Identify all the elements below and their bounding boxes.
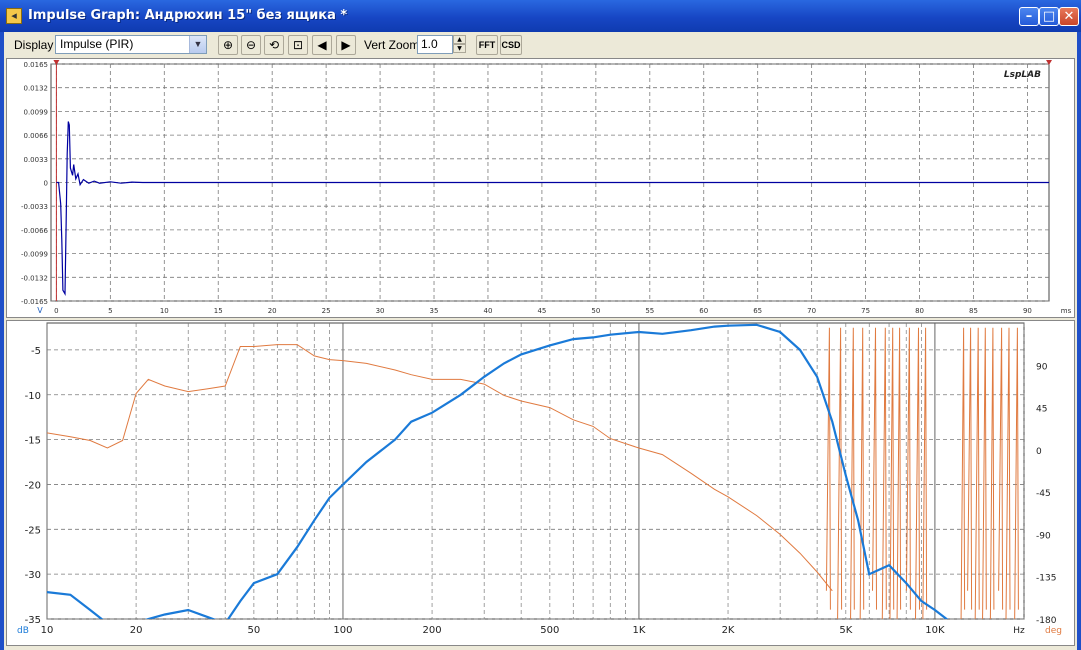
x-tick-label: 200	[423, 625, 442, 636]
y-tick-label: -0.0099	[21, 251, 48, 259]
x-tick-label: 55	[645, 307, 654, 315]
y-tick-label: 0.0066	[24, 132, 49, 140]
y-tick-label: -0.0066	[21, 227, 49, 235]
x-tick-label: 90	[1023, 307, 1032, 315]
y-tick-label: 0.0099	[24, 108, 49, 116]
toolbar: Display Impulse (PIR) ▼ ⊕ ⊖ ⟲ ⊡ ◀ ▶ Vert…	[4, 32, 1077, 58]
vert-zoom-label: Vert Zoom	[364, 38, 420, 52]
y-tick-label: -25	[25, 525, 41, 536]
zoom-out-icon: ⊖	[245, 38, 257, 52]
x-tick-label: 80	[915, 307, 924, 315]
y-tick-label: -30	[25, 570, 41, 581]
y2-tick-label: -90	[1036, 531, 1051, 541]
display-select[interactable]: Impulse (PIR) ▼	[55, 35, 207, 54]
y-tick-label: -0.0033	[21, 203, 48, 211]
x-unit-label: Hz	[1013, 626, 1025, 636]
zoom-reset-icon: ⟲	[268, 38, 280, 52]
triangle-right-icon: ▶	[341, 38, 351, 52]
frequency-panel[interactable]: 10 20 50 100 200 500 1K 2K 5K 10K -5 -10 -15 -20 -25 -3…	[6, 320, 1075, 646]
y-tick-label: -0.0165	[21, 298, 48, 306]
x-tick-label: 10K	[925, 625, 945, 636]
x-tick-label: 85	[969, 307, 978, 315]
y2-tick-label: 0	[1036, 447, 1042, 457]
y-tick-label: -10	[25, 391, 41, 402]
frequency-chart[interactable]: 10 20 50 100 200 500 1K 2K 5K 10K -5 -10 -15 -20 -25 -3…	[7, 321, 1074, 645]
x-tick-label: 20	[268, 307, 277, 315]
x-tick-label: 20	[130, 625, 143, 636]
y2-tick-label: 45	[1036, 405, 1047, 415]
zoom-in-icon: ⊕	[222, 38, 234, 52]
maximize-button[interactable]: □	[1039, 7, 1059, 26]
y-tick-label: -0.0132	[21, 274, 48, 282]
window-title: Impulse Graph: Андрюхин 15" без ящика *	[28, 8, 348, 23]
x-tick-label: 5	[108, 307, 112, 315]
y-tick-label: -20	[25, 480, 41, 491]
impulse-panel[interactable]: 0 5 10 15 20 25 30 35 40 45 50 55 60 65 70 75 80 85 90 0.01…	[6, 58, 1075, 318]
display-select-value: Impulse (PIR)	[60, 37, 134, 51]
x-tick-label: 65	[753, 307, 762, 315]
zoom-fit-icon: ⊡	[292, 38, 304, 52]
x-tick-label: 70	[807, 307, 816, 315]
maximize-icon: □	[1042, 9, 1056, 24]
y-tick-label: -15	[25, 436, 41, 447]
y-right-unit-label: deg	[1045, 626, 1062, 636]
display-label: Display	[14, 38, 54, 52]
x-tick-label: 45	[537, 307, 546, 315]
lsplab-logo: LspLAB	[1004, 70, 1041, 80]
y-tick-label: 0.0033	[24, 156, 49, 164]
x-tick-label: 30	[376, 307, 385, 315]
speaker-icon[interactable]: ◂	[6, 8, 22, 24]
x-tick-label: 1K	[632, 625, 645, 636]
close-button[interactable]: ✕	[1059, 7, 1079, 26]
x-tick-label: 40	[484, 307, 493, 315]
next-button[interactable]: ▶	[336, 35, 356, 55]
y-tick-label: 0.0132	[24, 85, 49, 93]
title-bar[interactable]: ◂ Impulse Graph: Андрюхин 15" без ящика …	[0, 0, 1081, 32]
impulse-chart[interactable]: 0 5 10 15 20 25 30 35 40 45 50 55 60 65 70 75 80 85 90 0.01…	[7, 59, 1074, 317]
x-tick-label: 0	[54, 307, 58, 315]
stepper-down-icon[interactable]: ▼	[453, 44, 466, 53]
minimize-icon: –	[1025, 9, 1033, 24]
zoom-reset-button[interactable]: ⟲	[264, 35, 284, 55]
y-tick-label: 0.0165	[24, 61, 49, 69]
plot-area	[46, 322, 1025, 620]
x-tick-label: 10	[41, 625, 54, 636]
prev-button[interactable]: ◀	[312, 35, 332, 55]
stepper-up-icon[interactable]: ▲	[453, 35, 466, 44]
vert-zoom-input[interactable]: 1.0	[417, 35, 453, 54]
y-left-unit-label: dB	[17, 626, 29, 636]
x-tick-label: 100	[333, 625, 352, 636]
y-unit-label: V	[37, 306, 43, 315]
triangle-left-icon: ◀	[317, 38, 327, 52]
zoom-fit-button[interactable]: ⊡	[288, 35, 308, 55]
y-tick-label: -35	[25, 615, 41, 626]
y2-tick-label: 90	[1036, 362, 1048, 372]
x-tick-label: 50	[248, 625, 261, 636]
minimize-button[interactable]: –	[1019, 7, 1039, 26]
x-tick-label: 2K	[722, 625, 735, 636]
x-tick-label: 50	[591, 307, 600, 315]
x-tick-label: 60	[699, 307, 708, 315]
x-tick-label: 25	[322, 307, 331, 315]
y2-tick-label: -135	[1036, 574, 1056, 584]
csd-button[interactable]: CSD	[500, 35, 522, 55]
x-unit-label: ms	[1061, 307, 1072, 315]
x-tick-label: 75	[861, 307, 870, 315]
x-tick-label: 5K	[839, 625, 852, 636]
zoom-in-button[interactable]: ⊕	[218, 35, 238, 55]
zoom-out-button[interactable]: ⊖	[241, 35, 261, 55]
y-tick-label: -5	[31, 346, 41, 357]
x-tick-label: 35	[430, 307, 439, 315]
y2-tick-label: -180	[1036, 616, 1057, 626]
fft-button[interactable]: FFT	[476, 35, 498, 55]
y-tick-label: 0	[44, 180, 48, 188]
x-tick-label: 15	[214, 307, 223, 315]
y2-tick-label: -45	[1036, 489, 1051, 499]
vert-zoom-stepper[interactable]: ▲ ▼	[453, 35, 466, 54]
chevron-down-icon[interactable]: ▼	[189, 36, 206, 53]
x-tick-label: 500	[540, 625, 559, 636]
x-tick-label: 10	[160, 307, 169, 315]
close-icon: ✕	[1063, 9, 1075, 24]
